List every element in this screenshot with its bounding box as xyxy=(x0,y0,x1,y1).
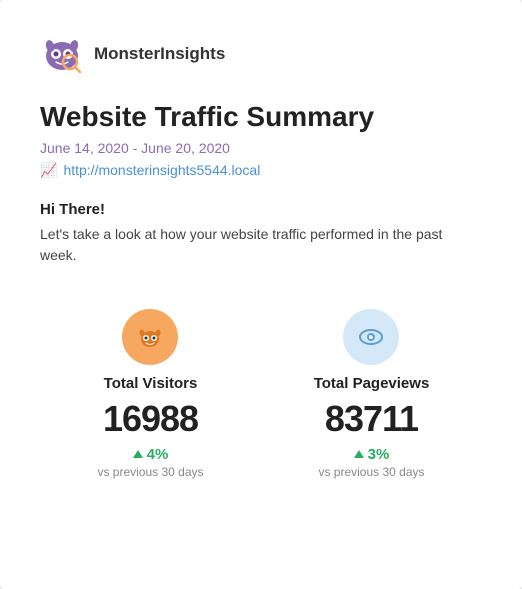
chart-icon: 📈 xyxy=(40,162,57,179)
pageviews-up-arrow xyxy=(354,450,364,458)
pageviews-label: Total Pageviews xyxy=(314,375,430,392)
metrics-row: Total Visitors 16988 4% vs previous 30 d… xyxy=(40,299,482,479)
metric-card-visitors: Total Visitors 16988 4% vs previous 30 d… xyxy=(51,309,250,479)
site-link[interactable]: http://monsterinsights5544.local xyxy=(63,162,260,178)
site-link-row: 📈 http://monsterinsights5544.local xyxy=(40,162,482,179)
date-range: June 14, 2020 - June 20, 2020 xyxy=(40,140,482,156)
visitors-up-arrow xyxy=(133,450,143,458)
report-card: MonsterInsights Website Traffic Summary … xyxy=(0,0,522,589)
visitors-label: Total Visitors xyxy=(104,375,198,392)
pageviews-compare: vs previous 30 days xyxy=(318,465,424,479)
pageviews-icon-wrap xyxy=(343,309,399,365)
visitors-change-value: 4% xyxy=(147,446,169,463)
pageviews-change-value: 3% xyxy=(368,446,390,463)
visitors-compare: vs previous 30 days xyxy=(97,465,203,479)
visitors-icon xyxy=(136,323,164,351)
visitors-change: 4% xyxy=(133,446,169,463)
pageviews-icon xyxy=(357,323,385,351)
visitors-value: 16988 xyxy=(103,398,198,440)
monsterinsights-logo-icon xyxy=(40,32,84,76)
greeting-title: Hi There! xyxy=(40,201,482,218)
logo-text: MonsterInsights xyxy=(94,44,225,64)
pageviews-change: 3% xyxy=(354,446,390,463)
visitors-icon-wrap xyxy=(122,309,178,365)
greeting-section: Hi There! Let's take a look at how your … xyxy=(40,201,482,267)
pageviews-value: 83711 xyxy=(325,398,418,440)
logo-area: MonsterInsights xyxy=(40,32,482,76)
greeting-text: Let's take a look at how your website tr… xyxy=(40,224,482,267)
metric-card-pageviews: Total Pageviews 83711 3% vs previous 30 … xyxy=(272,309,471,479)
page-title: Website Traffic Summary xyxy=(40,100,482,134)
